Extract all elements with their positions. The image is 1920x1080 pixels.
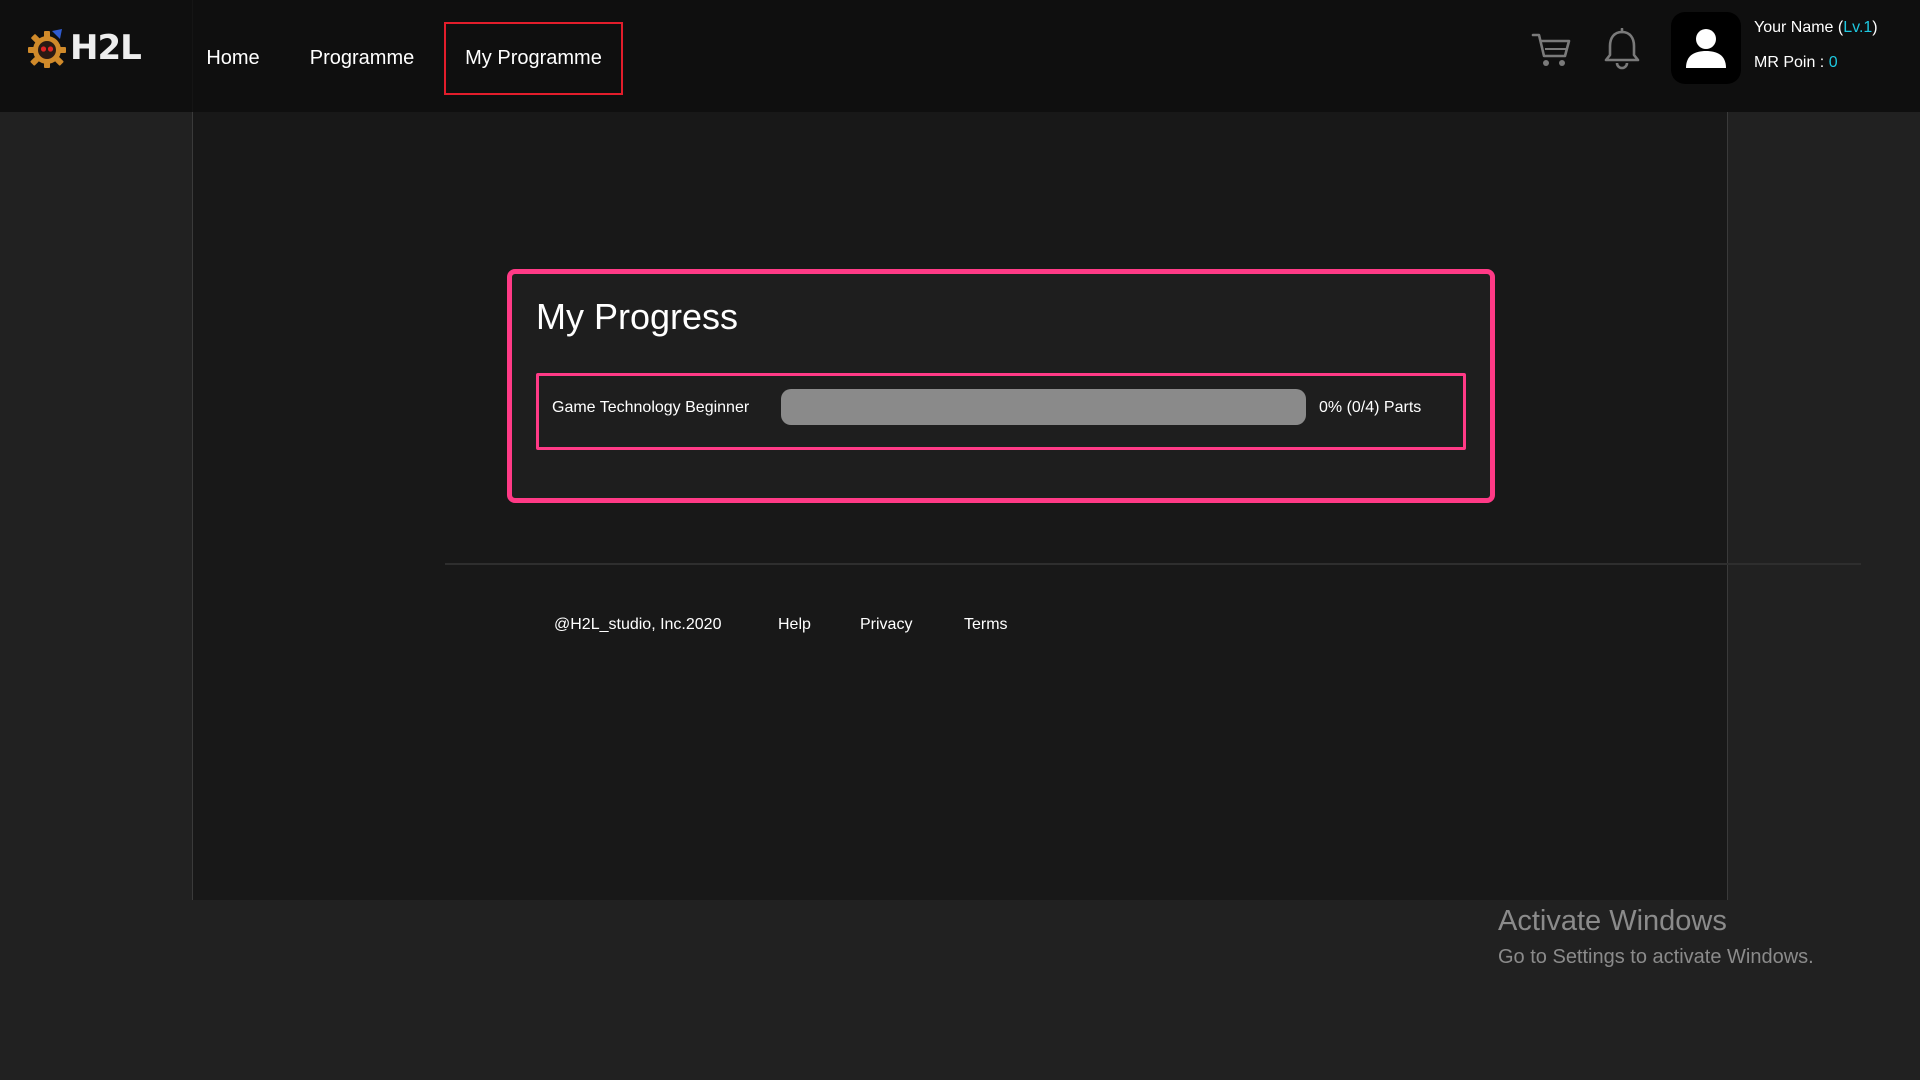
activate-windows-subtitle: Go to Settings to activate Windows. [1498, 946, 1814, 968]
footer-divider [445, 563, 1861, 565]
user-level: Lv.1 [1843, 19, 1873, 36]
activate-windows-title: Activate Windows [1498, 905, 1727, 937]
user-name-text: Your Name [1754, 19, 1834, 36]
progress-label: 0% (0/4) Parts [1319, 399, 1422, 416]
user-points-label: MR Poin : [1754, 54, 1829, 71]
user-name[interactable]: Your Name (Lv.1) [1754, 19, 1878, 37]
logo-text: H2L [70, 28, 142, 68]
nav-my-programme[interactable]: My Programme [444, 22, 623, 95]
nav-home[interactable]: Home [196, 22, 270, 94]
progress-item[interactable]: Game Technology Beginner 0% (0/4) Parts [536, 373, 1466, 450]
user-avatar-icon [1686, 29, 1726, 68]
footer-help-link[interactable]: Help [778, 616, 811, 634]
my-progress-card: My Progress Game Technology Beginner 0% … [507, 269, 1495, 503]
footer-terms-link[interactable]: Terms [964, 616, 1008, 634]
cart-icon[interactable] [1530, 28, 1572, 70]
my-progress-title: My Progress [536, 296, 739, 337]
logo-divider [192, 0, 193, 112]
course-name: Game Technology Beginner [552, 399, 750, 416]
progress-bar [781, 389, 1306, 425]
top-navbar: H2L Home Programme My Programme Your Nam… [0, 0, 1920, 112]
user-points-value: 0 [1828, 54, 1838, 71]
user-level-close: ) [1872, 19, 1878, 36]
nav-programme[interactable]: Programme [300, 22, 424, 94]
user-points: MR Poin : 0 [1754, 54, 1838, 72]
footer-copyright: @H2L_studio, Inc.2020 [554, 616, 722, 633]
footer-privacy-link[interactable]: Privacy [860, 616, 912, 634]
bell-icon[interactable] [1603, 28, 1641, 70]
main-content: My Progress Game Technology Beginner 0% … [192, 112, 1861, 900]
user-avatar[interactable] [1671, 12, 1741, 84]
gear-logo-icon [28, 29, 66, 68]
h2l-logo[interactable]: H2L [26, 24, 146, 72]
